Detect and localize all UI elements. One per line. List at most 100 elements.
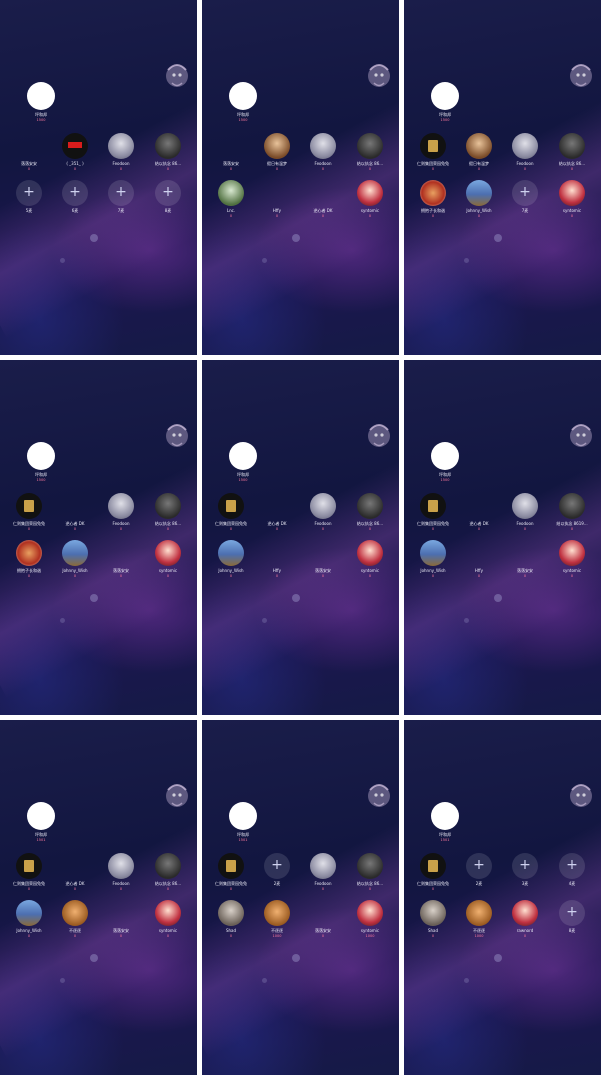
user-avatar[interactable]: [155, 133, 181, 159]
mic-seat[interactable]: 结以执念 86... 0: [554, 133, 590, 172]
user-avatar[interactable]: [62, 853, 88, 879]
mic-seat[interactable]: 落落安安 0: [305, 540, 341, 579]
empty-mic-seat[interactable]: +8麦: [150, 180, 186, 214]
mascot-icon[interactable]: [567, 780, 595, 810]
host-avatar[interactable]: [229, 442, 257, 470]
user-avatar[interactable]: [310, 853, 336, 879]
mic-seat[interactable]: 结以执念 86... 0: [150, 133, 186, 172]
user-avatar[interactable]: [466, 133, 492, 159]
user-avatar[interactable]: [466, 540, 492, 566]
mic-seat[interactable]: Hffy 0: [461, 540, 497, 579]
user-avatar[interactable]: [420, 133, 446, 159]
mic-seat[interactable]: 拥抱子长和谐 0: [11, 540, 47, 579]
user-avatar[interactable]: [559, 133, 585, 159]
mic-seat[interactable]: 结以执念 86... 0: [352, 133, 388, 172]
user-avatar[interactable]: [264, 133, 290, 159]
mic-seat[interactable]: Feodoon 0: [103, 493, 139, 532]
user-avatar[interactable]: [559, 180, 585, 206]
user-avatar[interactable]: [420, 853, 446, 879]
mic-seat[interactable]: 假日有温梦 0: [259, 133, 295, 172]
user-avatar[interactable]: [420, 540, 446, 566]
host-avatar[interactable]: [27, 442, 55, 470]
mic-seat[interactable]: syntomic 0: [150, 900, 186, 939]
user-avatar[interactable]: [264, 493, 290, 519]
user-avatar[interactable]: [466, 493, 492, 519]
user-avatar[interactable]: [218, 180, 244, 206]
user-avatar[interactable]: [62, 540, 88, 566]
host-avatar[interactable]: [431, 442, 459, 470]
mic-seat[interactable]: syntomic 0: [554, 180, 590, 219]
user-avatar[interactable]: [155, 493, 181, 519]
mascot-icon[interactable]: [365, 780, 393, 810]
user-avatar[interactable]: [310, 540, 336, 566]
user-avatar[interactable]: [16, 900, 42, 926]
user-avatar[interactable]: [466, 900, 492, 926]
mic-seat[interactable]: Shad 0: [415, 900, 451, 939]
mic-seat[interactable]: 假日有温梦 0: [461, 133, 497, 172]
host-avatar[interactable]: [229, 82, 257, 110]
mic-seat[interactable]: 结以执念 8619... 0: [554, 493, 590, 532]
mic-seat[interactable]: 落落安安 0: [213, 133, 249, 172]
user-avatar[interactable]: [16, 540, 42, 566]
add-seat-plus-icon[interactable]: +: [512, 853, 538, 879]
mic-seat[interactable]: 逆心者 DK 0: [305, 180, 341, 219]
user-avatar[interactable]: [357, 853, 383, 879]
user-avatar[interactable]: [155, 900, 181, 926]
user-avatar[interactable]: [310, 133, 336, 159]
mic-seat[interactable]: Hffy 0: [259, 180, 295, 219]
user-avatar[interactable]: [108, 493, 134, 519]
mic-seat[interactable]: 结以执念 86... 0: [150, 853, 186, 892]
user-avatar[interactable]: [108, 133, 134, 159]
mic-seat[interactable]: Feodoon 0: [305, 493, 341, 532]
mic-seat[interactable]: 落落安安 0: [11, 133, 47, 172]
mic-seat[interactable]: syntomic 0: [352, 540, 388, 579]
mic-seat[interactable]: 仁则集团荣园兔兔 0: [11, 853, 47, 892]
mic-seat[interactable]: 逆心者 DK 0: [461, 493, 497, 532]
user-avatar[interactable]: [155, 540, 181, 566]
user-avatar[interactable]: [512, 540, 538, 566]
user-avatar[interactable]: [62, 133, 88, 159]
user-avatar[interactable]: [218, 493, 244, 519]
mic-seat[interactable]: 结以执念 86... 0: [352, 493, 388, 532]
user-avatar[interactable]: [16, 853, 42, 879]
host-avatar[interactable]: [431, 82, 459, 110]
mic-seat[interactable]: 逆心者 DK 0: [259, 493, 295, 532]
mic-seat[interactable]: Feodoon 0: [507, 493, 543, 532]
user-avatar[interactable]: [108, 853, 134, 879]
user-avatar[interactable]: [420, 900, 446, 926]
user-avatar[interactable]: [16, 493, 42, 519]
mic-seat[interactable]: syntomic 0: [554, 540, 590, 579]
user-avatar[interactable]: [264, 180, 290, 206]
mic-seat[interactable]: 仁则集团荣园兔兔 0: [11, 493, 47, 532]
mic-seat[interactable]: syntomic 1000: [352, 900, 388, 939]
mic-seat[interactable]: syntomic 0: [352, 180, 388, 219]
add-seat-plus-icon[interactable]: +: [16, 180, 42, 206]
user-avatar[interactable]: [264, 540, 290, 566]
host-seat[interactable]: 坪和邦 1500: [430, 82, 460, 123]
host-seat[interactable]: 坪和邦 1500: [228, 442, 258, 483]
mic-seat[interactable]: Feodoon 0: [305, 853, 341, 892]
mic-seat[interactable]: 不逐逐 1000: [259, 900, 295, 939]
host-seat[interactable]: 坪和邦 1501: [430, 802, 460, 843]
mic-seat[interactable]: rawnord 0: [507, 900, 543, 939]
empty-mic-seat[interactable]: +4麦: [554, 853, 590, 887]
mic-seat[interactable]: Johnny_Wish 0: [461, 180, 497, 219]
host-avatar[interactable]: [431, 802, 459, 830]
mic-seat[interactable]: 结以执念 86... 0: [150, 493, 186, 532]
mic-seat[interactable]: 拥抱子长和谐 0: [415, 180, 451, 219]
empty-mic-seat[interactable]: +8麦: [554, 900, 590, 934]
mascot-icon[interactable]: [365, 60, 393, 90]
empty-mic-seat[interactable]: +7麦: [507, 180, 543, 214]
mic-seat[interactable]: Feodoon 0: [103, 853, 139, 892]
add-seat-plus-icon[interactable]: +: [559, 900, 585, 926]
mic-seat[interactable]: 仁则集团荣园兔兔 0: [415, 133, 451, 172]
add-seat-plus-icon[interactable]: +: [264, 853, 290, 879]
mic-seat[interactable]: Johnny_Wish 0: [415, 540, 451, 579]
user-avatar[interactable]: [16, 133, 42, 159]
user-avatar[interactable]: [108, 540, 134, 566]
mic-seat[interactable]: 不逐逐 0: [57, 900, 93, 939]
user-avatar[interactable]: [357, 133, 383, 159]
empty-mic-seat[interactable]: +7麦: [103, 180, 139, 214]
mic-seat[interactable]: 结以执念 86... 0: [352, 853, 388, 892]
add-seat-plus-icon[interactable]: +: [62, 180, 88, 206]
